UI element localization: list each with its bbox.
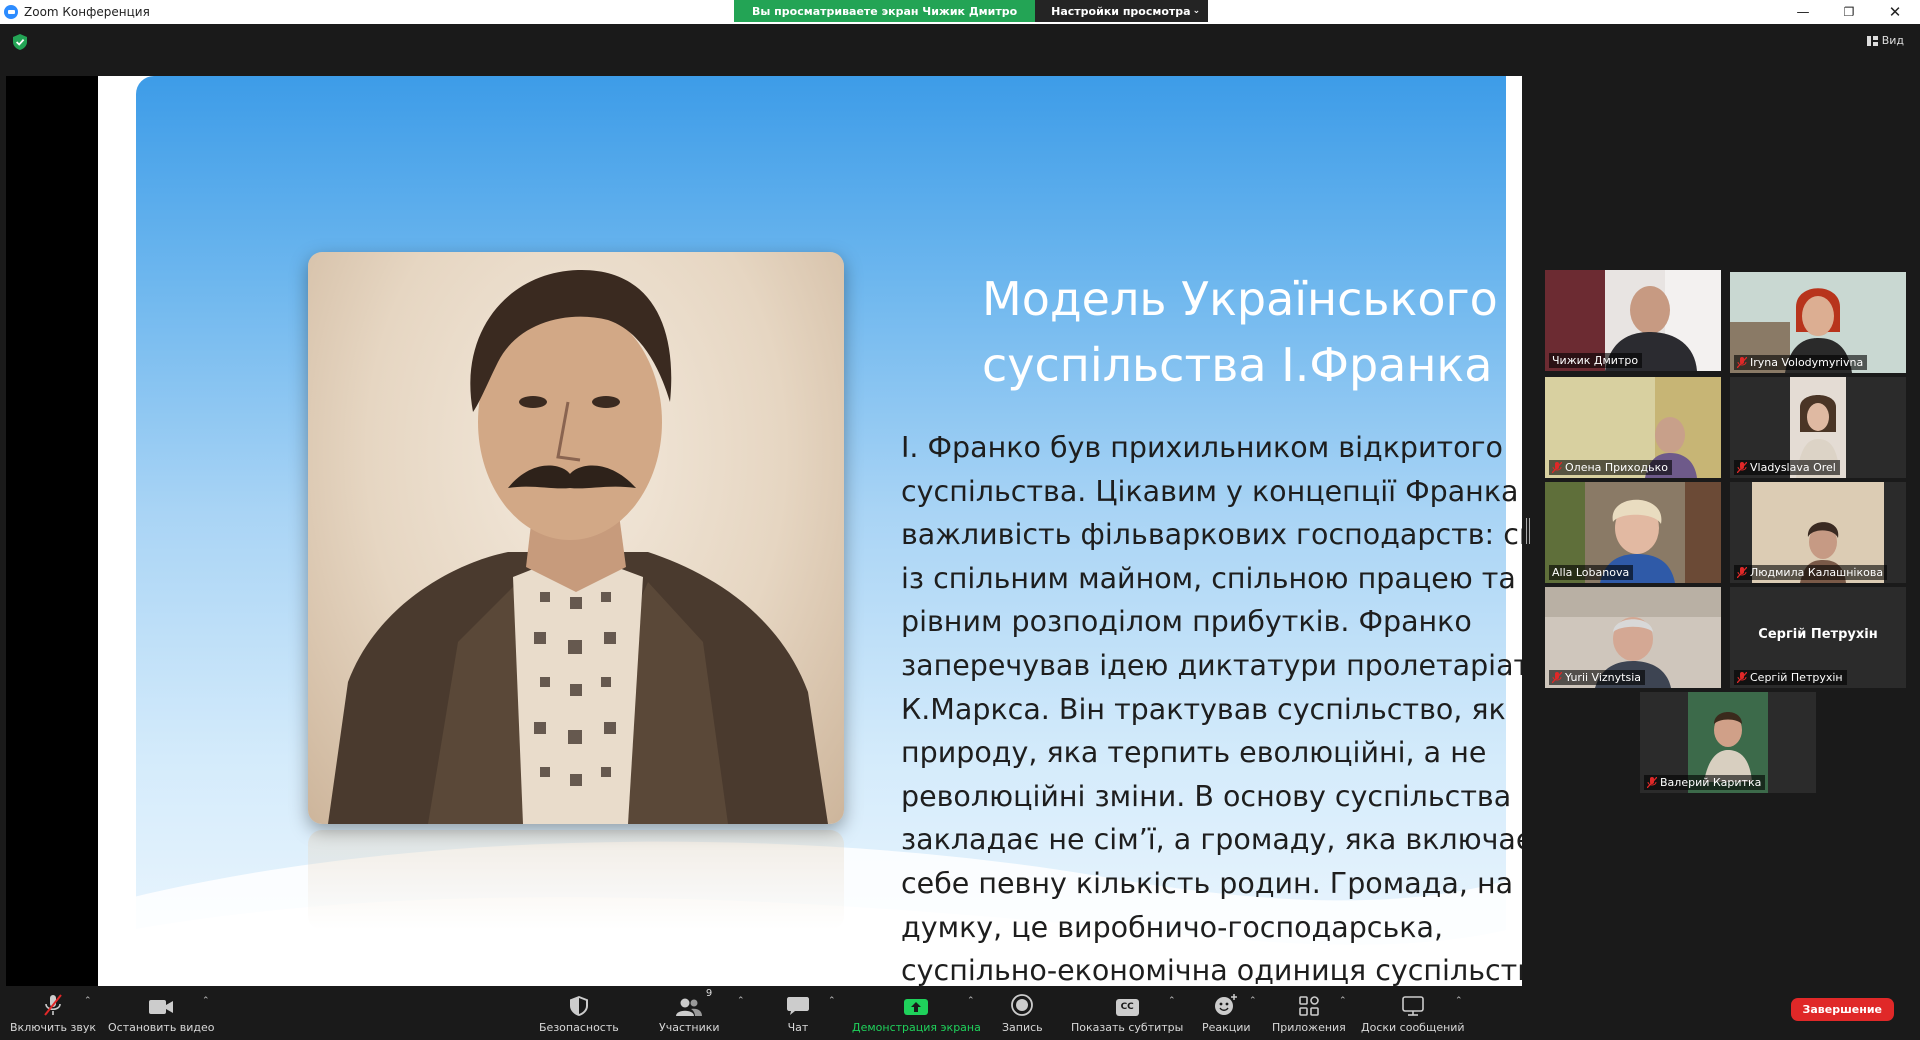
security-button[interactable]: Безопасность [539, 994, 619, 1034]
view-options-button[interactable]: Настройки просмотра ⌄ [1035, 0, 1209, 22]
share-banner: Вы просматриваете экран Чижик Дмитро Нас… [734, 0, 1209, 22]
microphone-muted-icon [44, 994, 62, 1016]
camera-off-name: Сергій Петрухін [1758, 627, 1878, 642]
participant-name-label: Валерий Каритка [1644, 775, 1766, 790]
share-screen-label: Демонстрация экрана [852, 1021, 981, 1034]
franko-portrait-image [308, 252, 844, 824]
slide-title-line-2: суспільства І.Франка [982, 338, 1493, 392]
close-icon: ✕ [1888, 3, 1902, 21]
record-label: Запись [1002, 1021, 1043, 1034]
view-button-label: Вид [1881, 34, 1904, 47]
participant-tile[interactable]: Валерий Каритка [1640, 692, 1816, 793]
mic-muted-icon [1737, 567, 1747, 578]
zoom-logo-icon [4, 5, 18, 19]
mic-muted-icon [1737, 462, 1747, 473]
reactions-label: Реакции [1202, 1021, 1251, 1034]
mic-muted-icon [1737, 357, 1747, 368]
mic-muted-icon [1647, 777, 1657, 788]
participant-tile[interactable]: Iryna Volodymyrivna [1730, 272, 1906, 373]
view-button[interactable]: Вид [1866, 34, 1904, 47]
participant-tile[interactable]: Vladyslava Orel [1730, 377, 1906, 478]
participant-tile[interactable]: Сергій Петрухін Сергій Петрухін [1730, 587, 1906, 688]
encryption-shield-icon[interactable] [13, 34, 27, 50]
captions-options-caret[interactable]: ⌃ [1168, 996, 1176, 1006]
portrait-illustration [328, 269, 828, 824]
end-meeting-button[interactable]: Завершение [1790, 998, 1894, 1021]
whiteboards-button[interactable]: Доски сообщений [1361, 994, 1465, 1034]
participant-name-label: Сергій Петрухін [1734, 670, 1847, 685]
portrait-reflection [308, 830, 844, 930]
shared-screen-margin [6, 76, 98, 986]
apps-options-caret[interactable]: ⌃ [1339, 996, 1347, 1006]
slide-title: Модель Українського суспільства І.Франка [982, 266, 1522, 398]
chat-button[interactable]: Чат [787, 994, 809, 1034]
window-title: Zoom Конференция [24, 5, 150, 19]
participant-tile[interactable]: Олена Приходько [1545, 377, 1721, 478]
mic-muted-icon [1552, 462, 1562, 473]
participant-name-label: Alla Lobanova [1549, 565, 1634, 580]
video-camera-icon [149, 1000, 174, 1014]
share-screen-icon [904, 999, 929, 1015]
participant-name-label: Vladyslava Orel [1734, 460, 1840, 475]
close-button[interactable]: ✕ [1872, 0, 1918, 24]
view-options-label: Настройки просмотра [1051, 4, 1191, 18]
security-label: Безопасность [539, 1021, 619, 1034]
participants-label: Участники [659, 1021, 720, 1034]
chevron-down-icon: ⌄ [1192, 6, 1201, 16]
grid-view-icon [1866, 35, 1878, 46]
participants-button[interactable]: 9 Участники [659, 988, 720, 1034]
stop-video-label: Остановить видео [108, 1021, 215, 1034]
reactions-button[interactable]: Реакции [1202, 994, 1251, 1034]
share-screen-button[interactable]: Демонстрация экрана [852, 994, 981, 1034]
shared-screen: Модель Українського суспільства І.Франка… [98, 76, 1522, 986]
minimize-icon: — [1796, 4, 1810, 20]
whiteboards-label: Доски сообщений [1361, 1021, 1465, 1034]
reactions-emoji-icon [1215, 994, 1238, 1015]
participants-options-caret[interactable]: ⌃ [737, 996, 745, 1006]
show-captions-button[interactable]: CC Показать субтитры [1071, 994, 1183, 1034]
chat-label: Чат [787, 1021, 809, 1034]
record-button[interactable]: Запись [1002, 994, 1043, 1034]
apps-label: Приложения [1272, 1021, 1346, 1034]
meeting-toolbar: Включить звук ⌃ Остановить видео ⌃ Безоп… [0, 986, 1920, 1040]
apps-button[interactable]: Приложения [1272, 994, 1346, 1034]
audio-options-caret[interactable]: ⌃ [84, 996, 92, 1006]
participant-tile[interactable]: Yurii Viznytsia [1545, 587, 1721, 688]
share-options-caret[interactable]: ⌃ [967, 996, 975, 1006]
minimize-button[interactable]: — [1780, 0, 1826, 24]
show-captions-label: Показать субтитры [1071, 1021, 1184, 1034]
restore-icon: ❐ [1843, 5, 1855, 19]
participant-name-label: Людмила Калашнікова [1734, 565, 1888, 580]
mic-muted-icon [1737, 672, 1747, 683]
participants-count: 9 [705, 988, 713, 999]
apps-icon [1299, 996, 1319, 1016]
unmute-label: Включить звук [10, 1021, 97, 1034]
closed-captions-icon: CC [1115, 999, 1139, 1016]
security-shield-icon [569, 996, 588, 1016]
participant-name-label: Чижик Дмитро [1549, 353, 1643, 368]
reactions-options-caret[interactable]: ⌃ [1249, 996, 1257, 1006]
participants-icon [676, 998, 703, 1016]
whiteboard-icon [1401, 996, 1424, 1016]
participant-name-label: Yurii Viznytsia [1549, 670, 1645, 685]
participant-name-label: Iryna Volodymyrivna [1734, 355, 1868, 370]
restore-button[interactable]: ❐ [1826, 0, 1872, 24]
slide-body-text: І. Франко був прихильником відкритого су… [901, 431, 1522, 986]
participant-tile[interactable]: Alla Lobanova [1545, 482, 1721, 583]
stop-video-button[interactable]: Остановить видео [108, 994, 215, 1034]
participant-tile[interactable]: Людмила Калашнікова [1730, 482, 1906, 583]
slide-title-line-1: Модель Українського [982, 272, 1498, 326]
chat-bubble-icon [787, 997, 809, 1015]
record-icon [1011, 994, 1034, 1016]
video-options-caret[interactable]: ⌃ [202, 996, 210, 1006]
participant-name-label: Олена Приходько [1549, 460, 1672, 475]
gallery-resize-handle[interactable] [1526, 518, 1530, 544]
participant-tile[interactable]: Чижик Дмитро [1545, 270, 1721, 371]
mic-muted-icon [1552, 672, 1562, 683]
viewing-screen-label: Вы просматриваете экран Чижик Дмитро [734, 0, 1036, 22]
chat-options-caret[interactable]: ⌃ [828, 996, 836, 1006]
whiteboards-options-caret[interactable]: ⌃ [1455, 996, 1463, 1006]
